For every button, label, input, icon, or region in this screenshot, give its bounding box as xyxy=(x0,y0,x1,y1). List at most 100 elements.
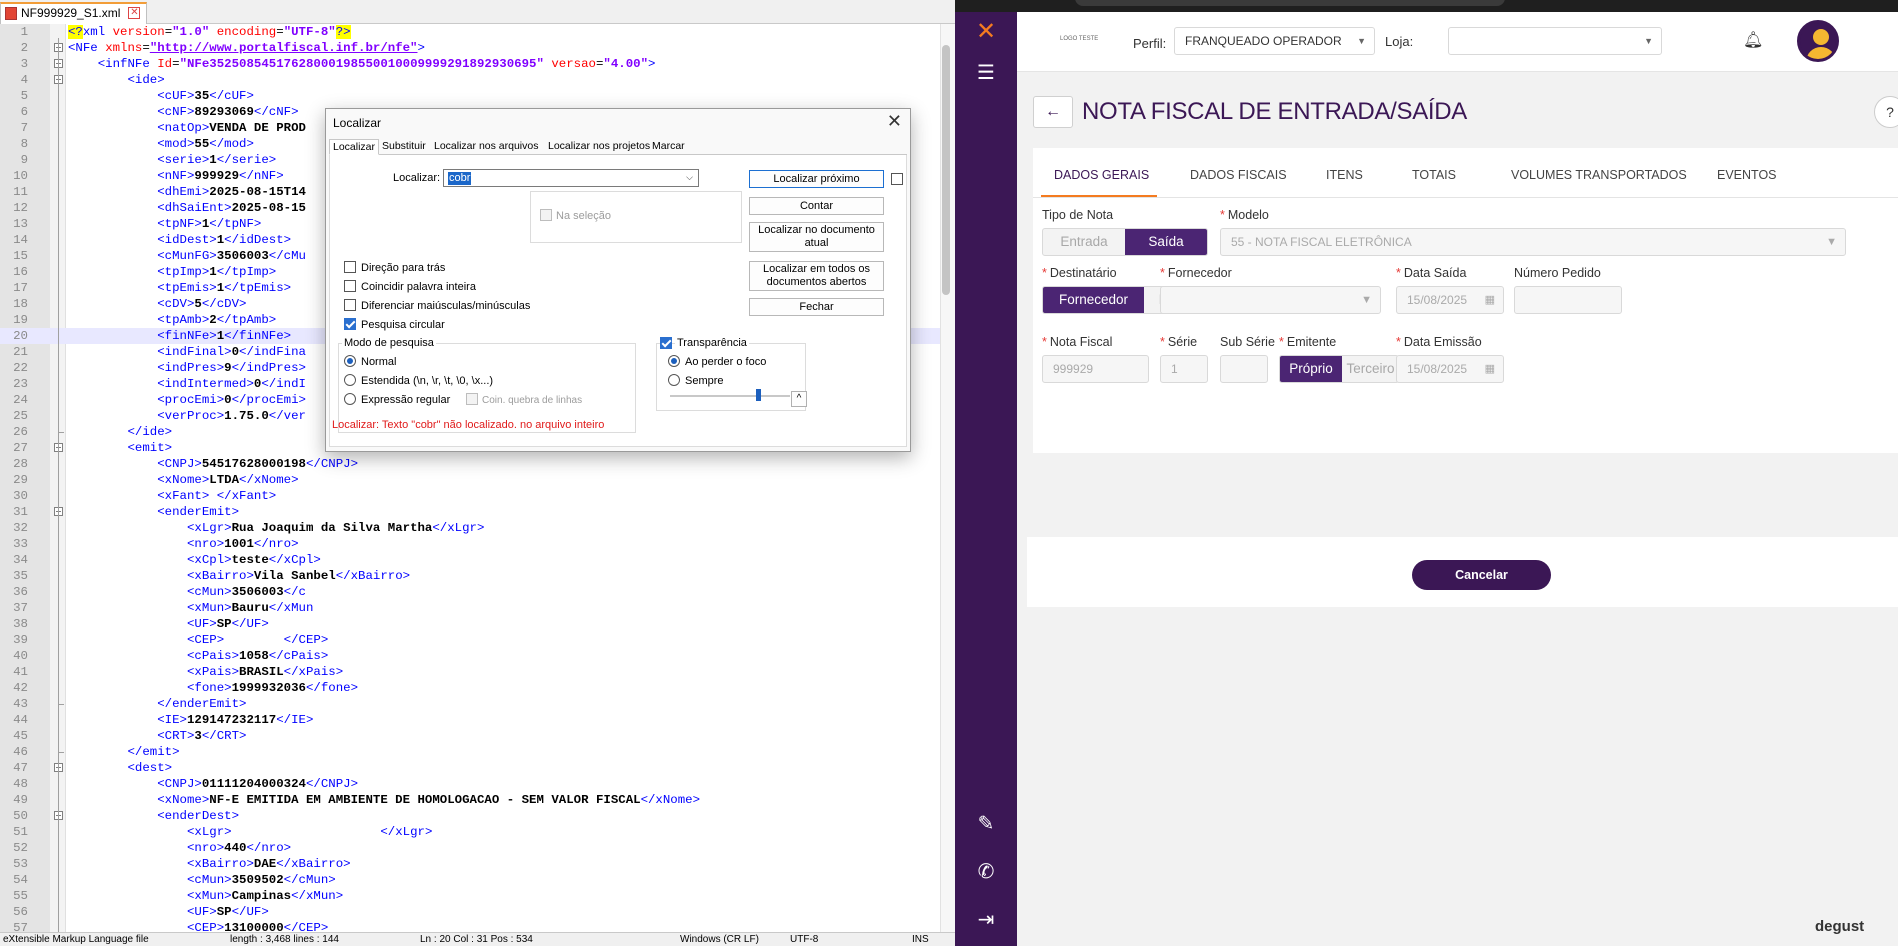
tipo-entrada-option[interactable]: Entrada xyxy=(1043,229,1125,255)
code-line[interactable]: 40 <cPais>1058</cPais> xyxy=(0,648,940,664)
search-input[interactable]: cobr ⌵ xyxy=(443,169,699,187)
editor-scroll-thumb[interactable] xyxy=(942,45,950,295)
code-line[interactable]: 34 <xCpl>teste</xCpl> xyxy=(0,552,940,568)
numero-pedido-input[interactable] xyxy=(1514,286,1622,314)
transparency-checkbox[interactable] xyxy=(660,337,672,349)
tab-replace[interactable]: Substituir xyxy=(379,139,429,155)
code-line[interactable]: 50 <enderDest> xyxy=(0,808,940,824)
sub-serie-input[interactable] xyxy=(1220,355,1268,383)
calendar-icon[interactable]: ▦ xyxy=(1485,356,1495,382)
code-line[interactable]: 45 <CRT>3</CRT> xyxy=(0,728,940,744)
transparency-lose-focus-radio[interactable] xyxy=(668,355,680,367)
code-line[interactable]: 28 <CNPJ>54517628000198</CNPJ> xyxy=(0,456,940,472)
find-in-all-docs-button[interactable]: Localizar em todos os documentos abertos xyxy=(749,261,884,291)
bell-icon[interactable]: 🔔︎ xyxy=(1743,30,1763,50)
chevron-down-icon[interactable]: ⌵ xyxy=(686,172,693,183)
code-line[interactable]: 37 <xMun>Bauru</xMun xyxy=(0,600,940,616)
find-in-current-doc-button[interactable]: Localizar no documento atual xyxy=(749,222,884,252)
emit-terceiro-option[interactable]: Terceiro xyxy=(1342,356,1398,382)
help-button[interactable]: ? xyxy=(1874,96,1898,128)
count-button[interactable]: Contar xyxy=(749,197,884,215)
code-line[interactable]: 42 <fone>1999932036</fone> xyxy=(0,680,940,696)
calendar-icon[interactable]: ▦ xyxy=(1485,287,1495,313)
tab-find-in-projects[interactable]: Localizar nos projetos xyxy=(545,139,653,155)
back-button[interactable]: ← xyxy=(1033,96,1073,128)
code-line[interactable]: 44 <IE>129147232117</IE> xyxy=(0,712,940,728)
tab-mark[interactable]: Marcar xyxy=(649,139,688,155)
code-line[interactable]: 33 <nro>1001</nro> xyxy=(0,536,940,552)
tab-dados-gerais[interactable]: DADOS GERAIS xyxy=(1054,168,1149,182)
code-line[interactable]: 48 <CNPJ>01111204000324</CNPJ> xyxy=(0,776,940,792)
close-icon[interactable]: ✕ xyxy=(887,111,902,132)
code-line[interactable]: 47 <dest> xyxy=(0,760,940,776)
brand-logo-icon[interactable]: ✕ xyxy=(974,20,998,44)
in-selection-checkbox[interactable] xyxy=(540,209,552,221)
code-line[interactable]: 46 </emit> xyxy=(0,744,940,760)
search-mode-regex-radio[interactable] xyxy=(344,393,356,405)
code-line[interactable]: 29 <xNome>LTDA</xNome> xyxy=(0,472,940,488)
code-line[interactable]: 38 <UF>SP</UF> xyxy=(0,616,940,632)
address-bar[interactable] xyxy=(1075,0,1505,6)
code-line[interactable]: 43 </enderEmit> xyxy=(0,696,940,712)
search-mode-normal-radio[interactable] xyxy=(344,355,356,367)
tab-volumes-transportados[interactable]: VOLUMES TRANSPORTADOS xyxy=(1511,168,1687,182)
loja-select[interactable]: ▼ xyxy=(1448,27,1662,55)
find-next-option-checkbox[interactable] xyxy=(891,173,903,185)
whole-word-checkbox[interactable] xyxy=(344,280,356,292)
code-line[interactable]: 51 <xLgr> </xLgr> xyxy=(0,824,940,840)
cancel-button[interactable]: Cancelar xyxy=(1412,560,1551,590)
code-line[interactable]: 5 <cUF>35</cUF> xyxy=(0,88,940,104)
backward-checkbox[interactable] xyxy=(344,261,356,273)
menu-icon[interactable]: ☰ xyxy=(974,61,998,85)
file-tab[interactable]: NF999929_S1.xml ✕ xyxy=(0,2,148,24)
code-line[interactable]: 35 <xBairro>Vila Sanbel</xBairro> xyxy=(0,568,940,584)
perfil-select[interactable]: FRANQUEADO OPERADOR ▼ xyxy=(1174,27,1375,55)
code-line[interactable]: 49 <xNome>NF-E EMITIDA EM AMBIENTE DE HO… xyxy=(0,792,940,808)
tab-totais[interactable]: TOTAIS xyxy=(1412,168,1456,182)
fornecedor-select[interactable]: ▼ xyxy=(1160,286,1381,314)
tab-dados-fiscais[interactable]: DADOS FISCAIS xyxy=(1190,168,1287,182)
code-line[interactable]: 53 <xBairro>DAE</xBairro> xyxy=(0,856,940,872)
transparency-always-radio[interactable] xyxy=(668,374,680,386)
emit-proprio-option[interactable]: Próprio xyxy=(1280,356,1342,382)
code-line[interactable]: 56 <UF>SP</UF> xyxy=(0,904,940,920)
code-line[interactable]: 1 <?xml version="1.0" encoding="UTF-8"?> xyxy=(0,24,940,40)
code-line[interactable]: 39 <CEP> </CEP> xyxy=(0,632,940,648)
dest-fornecedor-option[interactable]: Fornecedor xyxy=(1043,287,1144,313)
transparency-slider-thumb[interactable] xyxy=(756,389,762,401)
code-line[interactable]: 31 <enderEmit> xyxy=(0,504,940,520)
code-line[interactable]: 54 <cMun>3509502</cMun> xyxy=(0,872,940,888)
tipo-saida-option[interactable]: Saída xyxy=(1125,229,1207,255)
code-line[interactable]: 41 <xPais>BRASIL</xPais> xyxy=(0,664,940,680)
close-button[interactable]: Fechar xyxy=(749,298,884,316)
transparency-slider-track[interactable] xyxy=(670,395,790,397)
dot-newline-checkbox[interactable] xyxy=(466,393,478,405)
avatar[interactable] xyxy=(1797,20,1839,62)
tab-eventos[interactable]: EVENTOS xyxy=(1717,168,1777,182)
find-next-button[interactable]: Localizar próximo xyxy=(749,170,884,188)
collapse-dialog-icon[interactable]: ^ xyxy=(791,391,807,407)
nota-fiscal-input[interactable]: 999929 xyxy=(1042,355,1149,383)
wrap-around-checkbox[interactable] xyxy=(344,318,356,330)
whatsapp-icon[interactable]: ✆ xyxy=(974,860,998,884)
data-emissao-input[interactable]: 15/08/2025 ▦ xyxy=(1396,355,1504,383)
match-case-checkbox[interactable] xyxy=(344,299,356,311)
logout-icon[interactable]: ⇥ xyxy=(974,908,998,932)
code-line[interactable]: 32 <xLgr>Rua Joaquim da Silva Martha</xL… xyxy=(0,520,940,536)
tab-find[interactable]: Localizar xyxy=(329,139,380,155)
modelo-select[interactable]: 55 - NOTA FISCAL ELETRÔNICA ▼ xyxy=(1220,228,1846,256)
code-line[interactable]: 36 <cMun>3506003</c xyxy=(0,584,940,600)
serie-input[interactable]: 1 xyxy=(1160,355,1208,383)
code-line[interactable]: 52 <nro>440</nro> xyxy=(0,840,940,856)
close-tab-icon[interactable]: ✕ xyxy=(128,7,141,19)
tab-itens[interactable]: ITENS xyxy=(1326,168,1363,182)
data-saida-input[interactable]: 15/08/2025 ▦ xyxy=(1396,286,1504,314)
search-mode-extended-radio[interactable] xyxy=(344,374,356,386)
code-line[interactable]: 30 <xFant> </xFant> xyxy=(0,488,940,504)
code-line[interactable]: 4 <ide> xyxy=(0,72,940,88)
code-line[interactable]: 2 <NFe xmlns="http://www.portalfiscal.inf… xyxy=(0,40,940,56)
tab-find-in-files[interactable]: Localizar nos arquivos xyxy=(431,139,541,155)
code-line[interactable]: 3 <infNFe Id="NFe35250854517628000198550… xyxy=(0,56,940,72)
document-edit-icon[interactable]: ✎ xyxy=(974,812,998,836)
code-line[interactable]: 55 <xMun>Campinas</xMun> xyxy=(0,888,940,904)
